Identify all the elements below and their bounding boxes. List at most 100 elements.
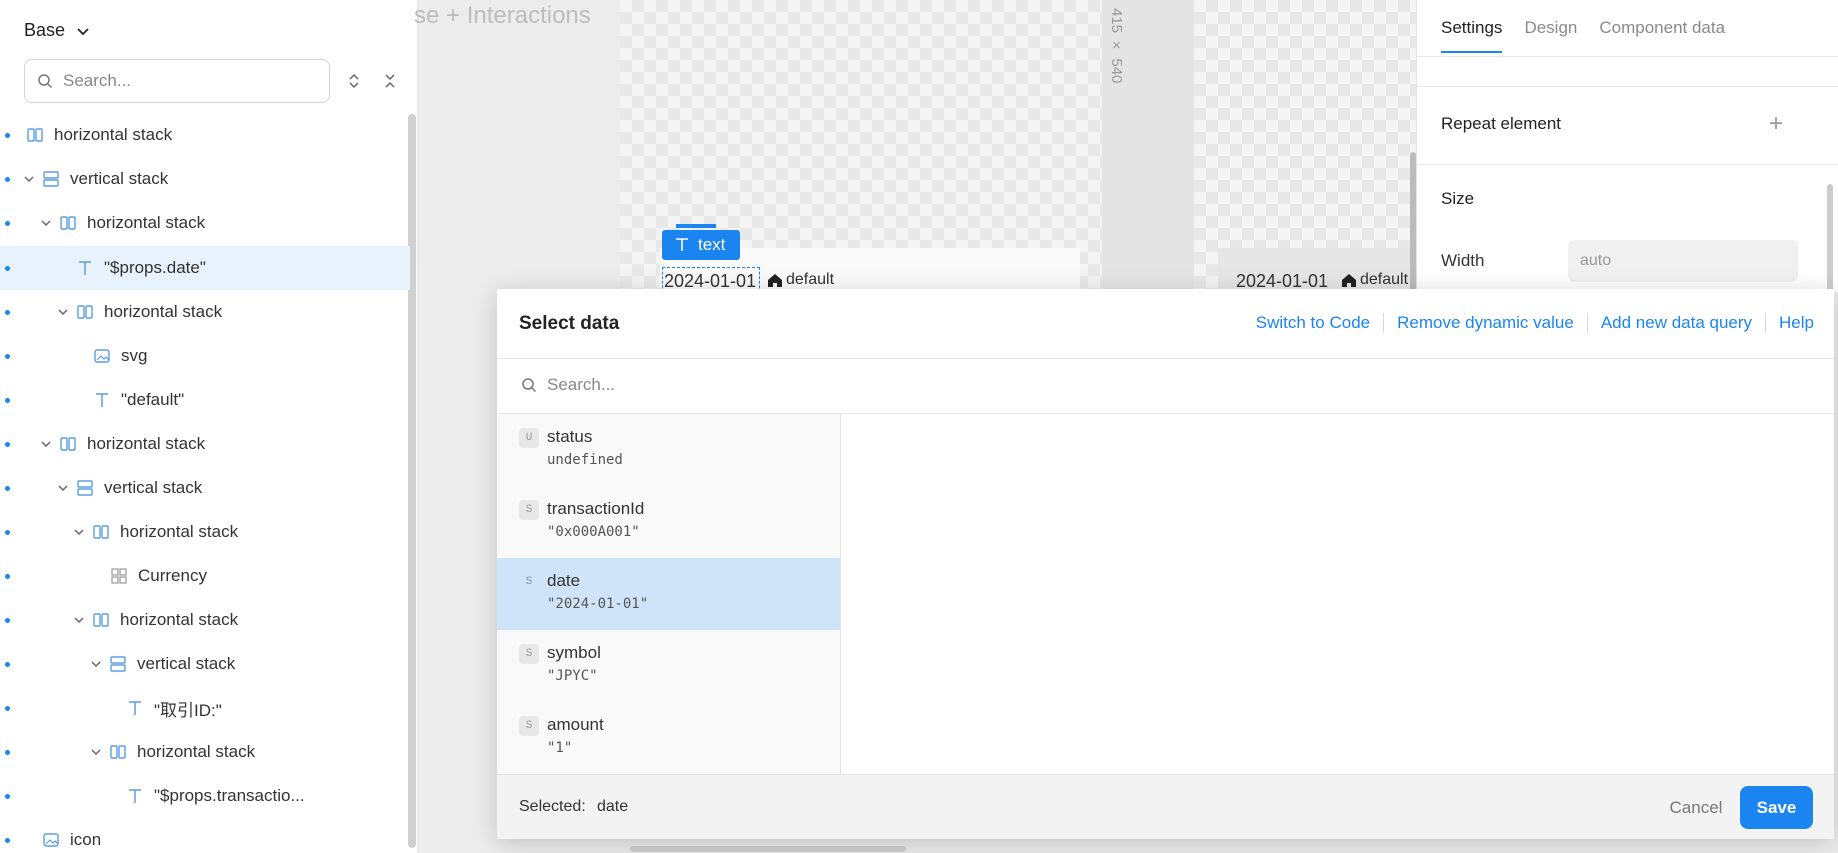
tree-dot [5, 485, 10, 491]
base-label: Base [24, 20, 66, 40]
tree-dot [5, 529, 10, 535]
chevron-down-icon[interactable] [56, 481, 70, 495]
tree-row[interactable]: vertical stack [0, 157, 410, 201]
tree-dot [5, 837, 10, 843]
tree-row[interactable]: svg [0, 334, 410, 378]
home-icon [1342, 274, 1356, 287]
tree-row[interactable]: Currency [0, 554, 410, 598]
chevron-down-icon [77, 27, 89, 35]
tree-row-label: horizontal stack [137, 742, 256, 761]
tab-design[interactable]: Design [1524, 18, 1577, 53]
dialog-title: Select data [519, 313, 620, 334]
type-badge: S [519, 716, 539, 736]
separator [1383, 313, 1385, 333]
data-field-item[interactable]: U status undefined [497, 414, 840, 486]
cancel-button[interactable]: Cancel [1657, 787, 1735, 829]
divider [1417, 56, 1838, 57]
tree-row[interactable]: horizontal stack [0, 422, 410, 466]
chevron-down-icon[interactable] [56, 305, 70, 319]
canvas-default-label[interactable]: default [766, 271, 834, 289]
text-icon [93, 391, 111, 409]
expand-all-icon[interactable] [345, 72, 363, 90]
horizontal-scrollbar[interactable] [630, 846, 906, 852]
tree-dot [5, 132, 10, 138]
chevron-down-icon[interactable] [72, 613, 86, 627]
data-field-item[interactable]: S symbol "JPYC" [497, 630, 840, 702]
chevron-down-icon[interactable] [89, 657, 103, 671]
field-name: date [547, 571, 581, 590]
chevron-down-icon[interactable] [22, 172, 36, 186]
tree-row[interactable]: horizontal stack [0, 510, 410, 554]
tree-dot [5, 397, 10, 403]
type-badge: U [519, 428, 539, 448]
collapse-all-icon[interactable] [381, 72, 399, 90]
data-field-item-selected[interactable]: S date "2024-01-01" [497, 558, 840, 630]
horizontal-stack-icon [59, 214, 77, 232]
home-icon [768, 274, 782, 287]
chevron-down-icon[interactable] [39, 216, 53, 230]
select-data-dialog: Select data Switch to Code Remove dynami… [497, 289, 1834, 839]
settings-scrollbar[interactable] [1827, 184, 1833, 292]
switch-to-code-link[interactable]: Switch to Code [1256, 313, 1370, 333]
add-repeat-icon[interactable]: + [1769, 112, 1783, 136]
tree-row[interactable]: horizontal stack [0, 113, 410, 157]
data-search-placeholder: Search... [547, 375, 616, 394]
settings-panel: Settings Design Component data Repeat el… [1416, 0, 1838, 292]
field-value: undefined [547, 452, 623, 468]
horizontal-stack-icon [92, 611, 110, 629]
tree-row-label: svg [121, 346, 148, 365]
search-icon [38, 74, 53, 89]
tree-row[interactable]: horizontal stack [0, 730, 410, 774]
selection-type-badge: text [662, 230, 740, 260]
tree-row-label: vertical stack [137, 654, 236, 673]
dialog-actions: Switch to Code Remove dynamic value Add … [1256, 313, 1814, 333]
separator [1765, 313, 1767, 333]
tree-dot [5, 176, 10, 182]
tab-settings[interactable]: Settings [1441, 18, 1503, 53]
tree-dot [5, 705, 10, 711]
data-field-item[interactable]: S amount "1" [497, 702, 840, 774]
image-icon [93, 347, 111, 365]
chevron-down-icon[interactable] [89, 745, 103, 759]
tree-row[interactable]: vertical stack [0, 642, 410, 686]
chevron-down-icon[interactable] [72, 525, 86, 539]
tree-row[interactable]: icon [0, 818, 410, 853]
tree-row[interactable]: horizontal stack [0, 290, 410, 334]
vertical-stack-icon [76, 479, 94, 497]
chevron-down-icon[interactable] [39, 437, 53, 451]
data-search-input[interactable]: Search... [521, 375, 615, 395]
remove-dynamic-value-link[interactable]: Remove dynamic value [1397, 313, 1574, 333]
selection-handle[interactable] [676, 224, 716, 228]
help-link[interactable]: Help [1779, 313, 1814, 333]
add-new-data-query-link[interactable]: Add new data query [1601, 313, 1752, 333]
tree-row[interactable]: horizontal stack [0, 201, 410, 245]
data-field-item[interactable]: S transactionId "0x000A001" [497, 486, 840, 558]
tree-row-label: "default" [121, 390, 185, 409]
tree-dot [5, 573, 10, 579]
horizontal-stack-icon [59, 435, 77, 453]
tree-row[interactable]: "default" [0, 378, 410, 422]
tree-row[interactable]: "$props.transactio... [0, 774, 410, 818]
tree-row[interactable]: "取引ID:" [0, 686, 410, 730]
base-selector[interactable]: Base [24, 20, 91, 41]
layers-search-input[interactable]: Search... [24, 59, 330, 103]
tree-dot [5, 793, 10, 799]
selected-label: Selected: [519, 798, 586, 815]
tree-row-label: horizontal stack [120, 522, 239, 541]
text-icon [126, 787, 144, 805]
tree-row-label: icon [70, 830, 102, 849]
horizontal-stack-icon [76, 303, 94, 321]
tree-row[interactable]: vertical stack [0, 466, 410, 510]
tree-row-selected[interactable]: "$props.date" [0, 246, 410, 290]
selected-value: date [597, 798, 629, 815]
tree-dot [5, 220, 10, 226]
width-input[interactable]: auto [1568, 240, 1798, 282]
tree-row-label: vertical stack [70, 169, 169, 188]
canvas-default-label-2[interactable]: default [1340, 271, 1408, 289]
tree-dot [5, 617, 10, 623]
type-badge: S [519, 500, 539, 520]
save-button[interactable]: Save [1740, 786, 1813, 829]
tab-component-data[interactable]: Component data [1599, 18, 1725, 53]
tree-row[interactable]: horizontal stack [0, 598, 410, 642]
artboard-dimensions: 415 × 540 [1108, 8, 1125, 84]
